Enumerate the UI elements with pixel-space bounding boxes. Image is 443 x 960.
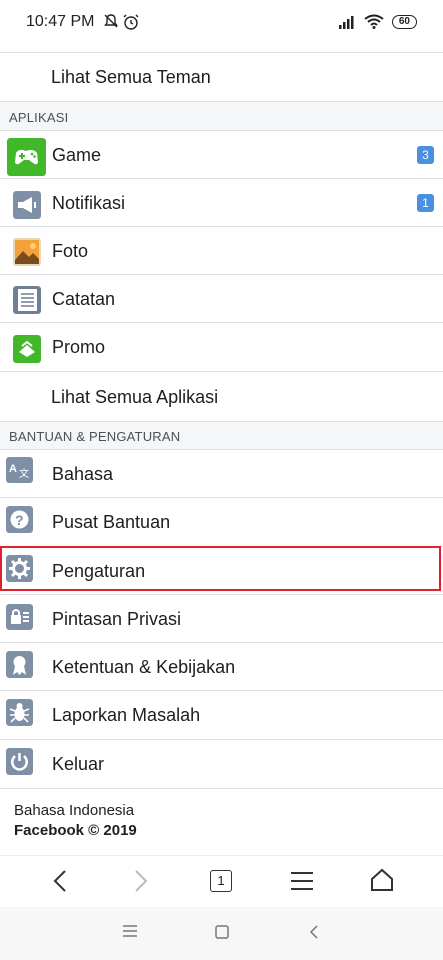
notification-count-badge: 1 [417,194,434,212]
megaphone-icon [13,191,41,219]
mute-bell-icon [104,14,118,28]
footer-language-link[interactable]: Bahasa Indonesia [14,802,134,819]
terms-ribbon-icon [6,651,33,678]
apps-item-foto-label: Foto [52,241,89,261]
photo-icon [13,238,41,266]
bug-icon [6,699,33,726]
apps-item-promo-label: Promo [52,337,106,357]
browser-toolbar: 1 [0,855,443,908]
battery-icon: 60 [391,14,417,29]
tabs-button[interactable]: 1 [210,870,232,892]
help-icon: ? [6,506,33,533]
system-back-icon[interactable] [309,925,319,939]
signal-icon [338,15,354,29]
game-controller-icon [7,138,46,176]
see-all-friends-label: Lihat Semua Teman [51,67,211,87]
pengaturan-highlight-box [0,546,441,591]
apps-section-header: APLIKASI [0,101,443,131]
apps-item-promo[interactable]: Promo [0,322,443,371]
svg-text:A: A [9,463,17,475]
notes-icon [13,286,41,314]
settings-item-keluar[interactable]: Keluar [0,739,443,789]
settings-item-bahasa-label: Bahasa [52,464,114,484]
settings-item-pintasan-privasi-label: Pintasan Privasi [52,609,182,629]
wifi-icon [364,14,384,29]
system-nav-bar [0,907,443,960]
apps-item-catatan-label: Catatan [52,289,116,309]
game-count-badge: 3 [417,146,434,164]
settings-item-pintasan-privasi[interactable]: Pintasan Privasi [0,594,443,643]
footer-copyright: Facebook © 2019 [14,822,137,839]
apps-item-catatan[interactable]: Catatan [0,274,443,323]
settings-item-laporkan-masalah-label: Laporkan Masalah [52,705,201,725]
menu-icon[interactable] [291,871,313,891]
status-time: 10:47 PM [26,13,95,30]
system-home-icon[interactable] [215,925,229,939]
settings-item-ketentuan-kebijakan[interactable]: Ketentuan & Kebijakan [0,642,443,691]
tab-count: 1 [217,873,225,888]
status-bar: 10:47 PM 60 [0,0,443,52]
help-section-header: BANTUAN & PENGATURAN [0,421,443,450]
recent-apps-icon[interactable] [123,925,137,937]
power-icon [6,748,33,775]
apps-item-notifikasi[interactable]: Notifikasi 1 [0,178,443,227]
svg-text:?: ? [15,512,24,528]
see-all-apps-row[interactable]: Lihat Semua Aplikasi [0,371,443,422]
apps-item-notifikasi-label: Notifikasi [52,193,126,213]
apps-item-game[interactable]: Game 3 [0,130,443,179]
settings-item-laporkan-masalah[interactable]: Laporkan Masalah [0,690,443,739]
forward-icon[interactable] [133,869,149,893]
settings-item-ketentuan-kebijakan-label: Ketentuan & Kebijakan [52,657,236,677]
back-icon[interactable] [52,869,68,893]
svg-text:文: 文 [19,467,29,480]
privacy-lock-icon [6,604,33,630]
apps-item-game-label: Game [52,145,102,165]
help-section-title: BANTUAN & PENGATURAN [9,429,181,444]
settings-item-keluar-label: Keluar [52,754,105,774]
home-icon[interactable] [370,868,394,892]
promo-icon [13,335,41,363]
settings-item-pusat-bantuan-label: Pusat Bantuan [52,512,171,532]
see-all-apps-label: Lihat Semua Aplikasi [51,387,219,407]
apps-item-foto[interactable]: Foto [0,226,443,275]
settings-item-bahasa[interactable]: A 文 Bahasa [0,449,443,498]
see-all-friends-row[interactable]: Lihat Semua Teman [0,52,443,101]
apps-section-title: APLIKASI [9,110,69,125]
language-icon: A 文 [6,457,33,483]
alarm-icon [123,14,139,30]
settings-item-pusat-bantuan[interactable]: ? Pusat Bantuan [0,497,443,546]
